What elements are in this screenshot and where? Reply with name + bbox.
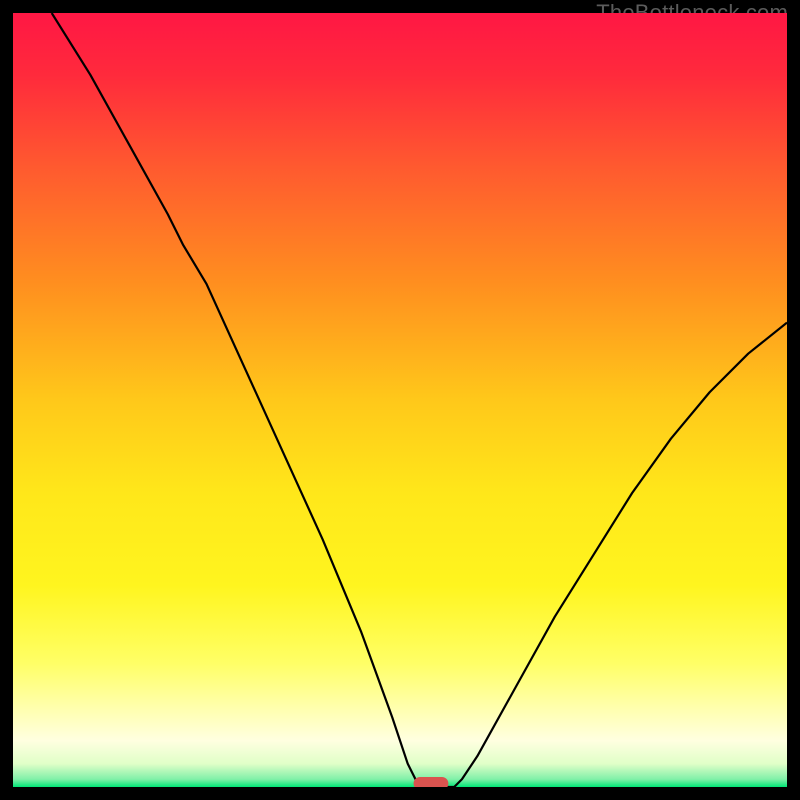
optimal-marker [414,777,449,787]
plot-area [13,13,787,787]
chart-frame: TheBottleneck.com [0,0,800,800]
plot-svg [13,13,787,787]
